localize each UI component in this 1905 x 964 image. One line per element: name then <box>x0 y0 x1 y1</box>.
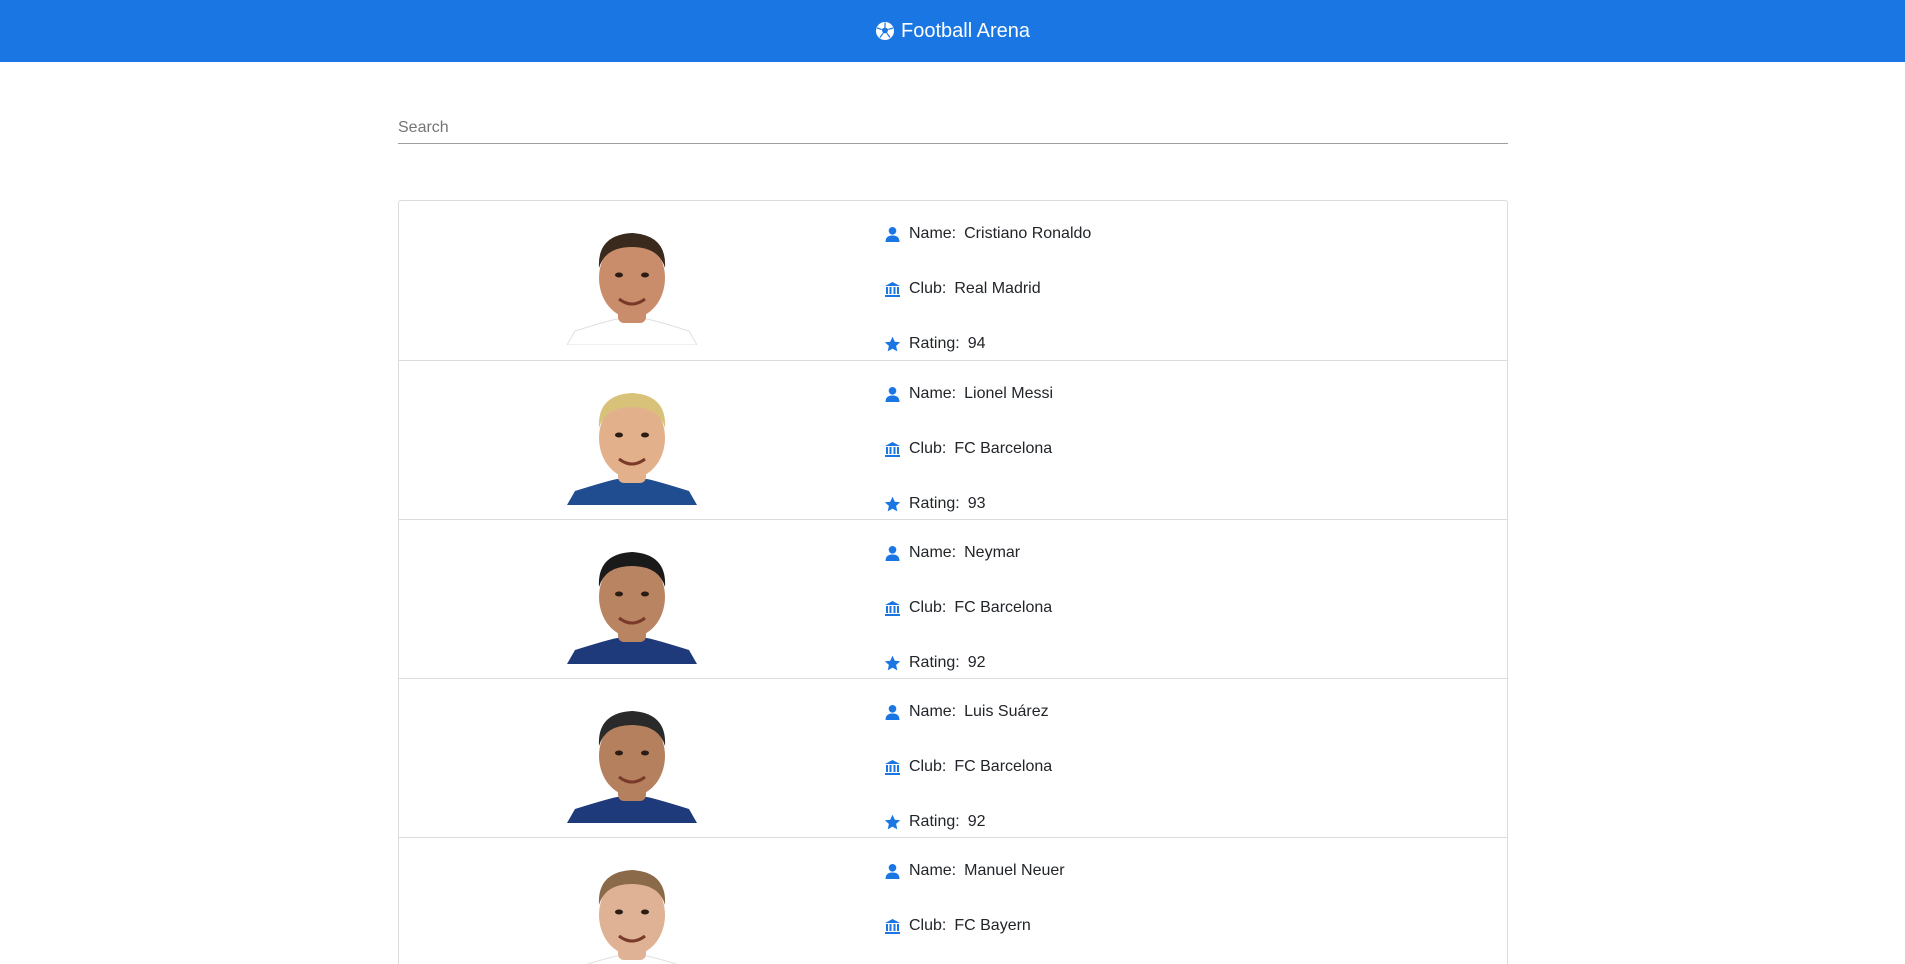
player-name-line: Name: Luis Suárez <box>884 703 1049 721</box>
star-icon <box>884 655 901 670</box>
player-rating: 92 <box>967 654 986 671</box>
player-rating: 94 <box>967 335 986 352</box>
player-name-label: Name: <box>909 862 957 879</box>
player-rating-line: Rating: 92 <box>884 813 986 831</box>
player-photo <box>567 542 697 664</box>
player-rating: 93 <box>967 495 986 512</box>
player-club-label: Club: <box>909 440 947 457</box>
player-name-label: Name: <box>909 544 957 561</box>
player-club-line: Club: FC Bayern <box>884 917 1031 935</box>
user-icon <box>885 704 900 720</box>
player-club: Real Madrid <box>954 280 1041 297</box>
star-icon <box>884 336 901 351</box>
player-row-3[interactable]: Name: Neymar Club: FC Barcelona Rating: … <box>399 519 1507 678</box>
search-input[interactable] <box>398 112 1508 143</box>
institution-icon <box>885 441 900 457</box>
player-name-line: Name: Lionel Messi <box>884 385 1053 403</box>
player-club: FC Barcelona <box>954 440 1053 457</box>
star-icon <box>884 814 901 829</box>
player-name: Lionel Messi <box>964 385 1054 402</box>
player-photo <box>567 701 697 823</box>
player-club-label: Club: <box>909 917 947 934</box>
player-club-line: Club: FC Barcelona <box>884 758 1052 776</box>
player-name: Manuel Neuer <box>964 862 1065 879</box>
star-icon <box>884 496 901 511</box>
player-rating-label: Rating: <box>909 335 960 352</box>
player-name: Luis Suárez <box>964 703 1049 720</box>
player-rating: 92 <box>967 813 986 830</box>
player-club-line: Club: FC Barcelona <box>884 440 1052 458</box>
player-name-line: Name: Cristiano Ronaldo <box>884 225 1091 243</box>
player-row-4[interactable]: Name: Luis Suárez Club: FC Barcelona Rat… <box>399 678 1507 837</box>
player-portrait-image <box>567 233 697 345</box>
player-club: FC Bayern <box>954 917 1031 934</box>
player-portrait-image <box>567 711 697 823</box>
player-rating-line: Rating: 94 <box>884 335 986 353</box>
player-rating-label: Rating: <box>909 495 960 512</box>
user-icon <box>885 386 900 402</box>
player-list: Name: Cristiano Ronaldo Club: Real Madri… <box>398 200 1508 964</box>
player-name-label: Name: <box>909 225 957 242</box>
player-rating-line: Rating: 92 <box>884 654 986 672</box>
user-icon <box>885 226 900 242</box>
player-rating-label: Rating: <box>909 813 960 830</box>
player-portrait-image <box>567 393 697 505</box>
user-icon <box>885 545 900 561</box>
player-name-line: Name: Neymar <box>884 544 1020 562</box>
player-rating-label: Rating: <box>909 654 960 671</box>
player-row-1[interactable]: Name: Cristiano Ronaldo Club: Real Madri… <box>399 201 1507 360</box>
player-name: Neymar <box>964 544 1021 561</box>
institution-icon <box>885 918 900 934</box>
search-field[interactable] <box>398 112 1508 144</box>
player-name-label: Name: <box>909 385 957 402</box>
player-row-2[interactable]: Name: Lionel Messi Club: FC Barcelona Ra… <box>399 360 1507 519</box>
player-club-label: Club: <box>909 599 947 616</box>
user-icon <box>885 863 900 879</box>
player-club-label: Club: <box>909 280 947 297</box>
app-header: Football Arena <box>0 0 1905 62</box>
institution-icon <box>885 600 900 616</box>
player-photo <box>567 860 697 964</box>
soccer-ball-icon <box>876 22 894 40</box>
player-rating-line: Rating: 93 <box>884 495 986 513</box>
player-row-5[interactable]: Name: Manuel Neuer Club: FC Bayern <box>399 837 1507 964</box>
institution-icon <box>885 759 900 775</box>
app-title: Football Arena <box>901 19 1030 42</box>
player-photo <box>567 223 697 345</box>
player-portrait-image <box>586 870 678 964</box>
player-portrait-image <box>567 552 697 664</box>
player-club: FC Barcelona <box>954 599 1053 616</box>
player-photo <box>567 383 697 505</box>
player-name-label: Name: <box>909 703 957 720</box>
institution-icon <box>885 281 900 297</box>
player-club: FC Barcelona <box>954 758 1053 775</box>
player-club-line: Club: Real Madrid <box>884 280 1041 298</box>
player-name: Cristiano Ronaldo <box>964 225 1092 242</box>
player-name-line: Name: Manuel Neuer <box>884 862 1065 880</box>
player-club-line: Club: FC Barcelona <box>884 599 1052 617</box>
player-club-label: Club: <box>909 758 947 775</box>
